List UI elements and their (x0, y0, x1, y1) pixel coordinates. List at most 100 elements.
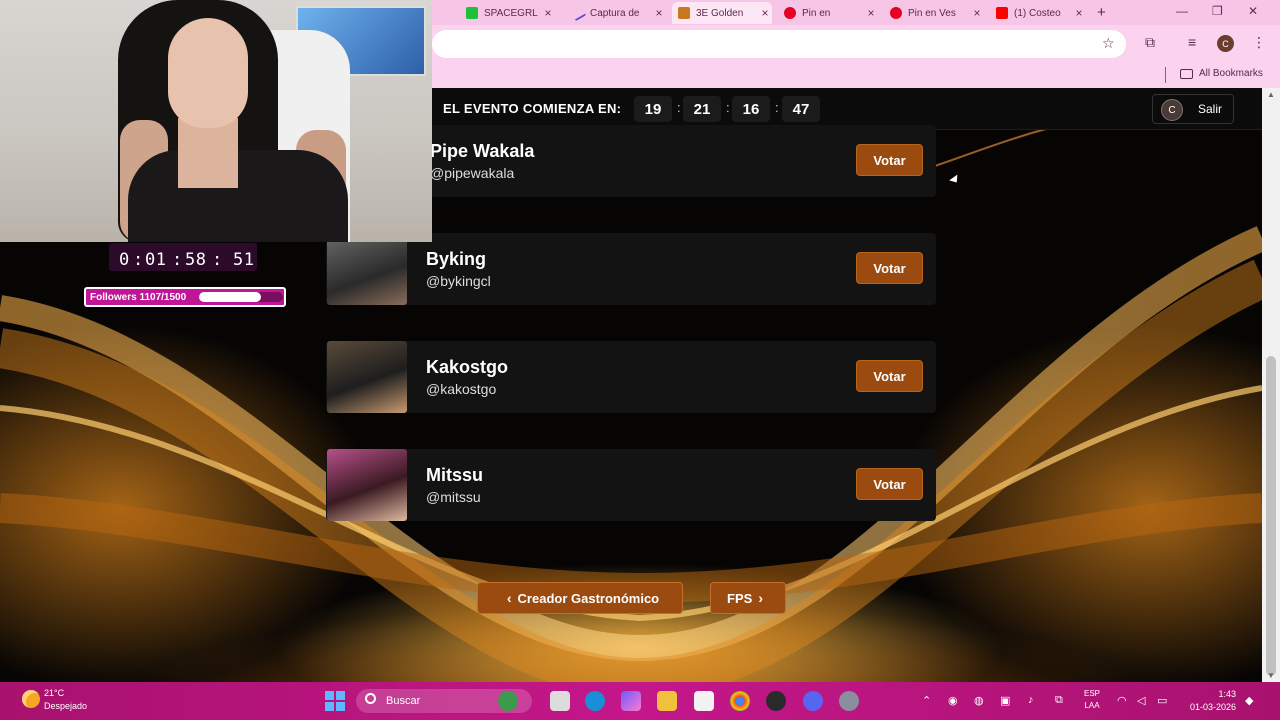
folder-icon (1180, 68, 1193, 79)
countdown-hours: 21 (683, 96, 721, 122)
bookmark-star-icon[interactable]: ☆ (1102, 35, 1115, 52)
tab-label: SPACEGRL (484, 7, 538, 19)
timer-minutes: 58 (185, 250, 207, 270)
scroll-down-arrow-icon[interactable]: ▼ (1267, 671, 1275, 680)
tray-mic-icon[interactable]: ♪ (1028, 694, 1034, 706)
windows-taskbar: 21°C Despejado Buscar ⌃ ◉ ◍ ▣ ♪ ⧉ ESP LA… (0, 682, 1280, 720)
tray-display-icon[interactable]: ⧉ (1055, 694, 1063, 707)
scroll-up-arrow-icon[interactable]: ▲ (1267, 90, 1275, 99)
clock-date: 01-03-2026 (1189, 702, 1236, 712)
media-control-icon[interactable]: ≡ (1188, 34, 1196, 50)
store-icon[interactable] (694, 691, 714, 711)
address-bar[interactable] (432, 30, 1126, 58)
notification-bell-icon[interactable]: ◆ (1245, 694, 1253, 707)
user-menu[interactable]: C Salir (1152, 94, 1234, 124)
keyboard-layout: LAA (1084, 701, 1100, 710)
clock-time: 1:43 (1218, 689, 1236, 699)
language-indicator[interactable]: ESP LAA (1084, 688, 1100, 712)
close-icon[interactable]: × (758, 6, 772, 20)
close-icon[interactable]: × (541, 6, 555, 20)
new-tab-button[interactable]: + (1097, 4, 1106, 21)
candidate-handle: @pipewakala (430, 165, 515, 181)
tab-captura[interactable]: Captura de × (566, 2, 666, 24)
scroll-thumb[interactable] (1266, 356, 1276, 676)
vote-button[interactable]: Votar (856, 144, 923, 176)
vote-button[interactable]: Votar (856, 468, 923, 500)
tray-nvidia-icon[interactable]: ▣ (1000, 694, 1010, 707)
all-bookmarks-label: All Bookmarks (1199, 68, 1263, 79)
start-button[interactable] (325, 691, 345, 711)
page-scrollbar[interactable]: ▲ ▼ (1262, 88, 1280, 682)
candidate-handle: @bykingcl (426, 273, 491, 289)
bookmarks-separator (1165, 67, 1166, 83)
candidate-name: Mitssu (426, 465, 484, 485)
candidate-photo (327, 449, 407, 521)
task-view-icon[interactable] (550, 691, 570, 711)
youtube-icon (996, 7, 1008, 19)
tray-app-icon[interactable]: ◉ (948, 694, 958, 707)
copilot-icon[interactable] (621, 691, 641, 711)
tab-pin-1[interactable]: Pin en × (778, 2, 878, 24)
timer-separator: : (212, 250, 223, 270)
close-icon[interactable]: × (1072, 6, 1086, 20)
logout-button[interactable]: Salir (1198, 102, 1222, 116)
countdown-minutes: 16 (732, 96, 770, 122)
system-clock[interactable]: 1:43 01-03-2026 (1186, 688, 1236, 714)
vote-button[interactable]: Votar (856, 252, 923, 284)
profile-avatar[interactable]: C (1217, 35, 1234, 52)
wifi-icon[interactable]: ◠ (1117, 694, 1127, 707)
candidate-handle: @kakostgo (426, 381, 497, 397)
close-window-button[interactable]: ✕ (1248, 4, 1258, 18)
tab-youtube[interactable]: (1) Costeo × (990, 2, 1086, 24)
settings-gear-icon[interactable] (839, 691, 859, 711)
tab-label: (1) Costeo (1014, 7, 1061, 19)
tab-pin-2[interactable]: Pin en Ves × (884, 2, 984, 24)
timer-hours: 01 (145, 250, 167, 270)
tab-spacegrl[interactable]: SPACEGRL × (460, 2, 555, 24)
tab-label: 3E Golden (696, 7, 744, 19)
followers-goal-label: Followers 1107/1500 (90, 292, 187, 303)
countdown-separator: : (677, 100, 681, 115)
minimize-button[interactable]: — (1176, 4, 1188, 18)
timer-days: 0 (119, 250, 130, 270)
timer-seconds: 51 (233, 250, 255, 270)
extensions-icon[interactable]: ⧉ (1145, 34, 1155, 51)
restore-button[interactable]: ❐ (1212, 4, 1223, 18)
battery-icon[interactable]: ▭ (1157, 694, 1167, 707)
next-category-button[interactable]: FPS › (710, 582, 786, 614)
candidate-photo (327, 341, 407, 413)
prev-category-button[interactable]: ‹ Creador Gastronómico (477, 582, 683, 614)
tray-discord-icon[interactable]: ◍ (974, 694, 984, 707)
file-explorer-icon[interactable] (657, 691, 677, 711)
countdown-seconds: 47 (782, 96, 820, 122)
weather-sun-icon[interactable] (22, 690, 40, 708)
obs-icon[interactable] (766, 691, 786, 711)
candidate-card: Kakostgo @kakostgo Votar (326, 341, 936, 413)
countdown-days: 19 (634, 96, 672, 122)
timer-separator: : (172, 250, 183, 270)
stream-timer: 0 : 01 : 58 : 51 (109, 243, 257, 271)
candidate-name: Kakostgo (426, 357, 509, 377)
next-category-label: FPS (727, 590, 753, 606)
candidate-card: Mitssu @mitssu Votar (326, 449, 936, 521)
tray-chevron-up-icon[interactable]: ⌃ (922, 694, 931, 707)
tab-3e-golden[interactable]: 3E Golden × (672, 2, 772, 24)
edge-icon[interactable] (585, 691, 605, 711)
menu-kebab-icon[interactable]: ⋮ (1252, 34, 1266, 51)
followers-goal-widget: Followers 1107/1500 (84, 287, 286, 307)
close-icon[interactable]: × (652, 6, 666, 20)
close-icon[interactable]: × (970, 6, 984, 20)
webcam-overlay (0, 0, 432, 242)
all-bookmarks-button[interactable]: All Bookmarks (1180, 68, 1263, 79)
weather-temperature[interactable]: 21°C (44, 688, 64, 698)
tree-app-icon[interactable] (498, 691, 518, 711)
volume-icon[interactable]: ◁ (1137, 694, 1145, 707)
close-icon[interactable]: × (864, 6, 878, 20)
chrome-icon[interactable] (730, 691, 750, 711)
followers-progress-bar (199, 292, 283, 302)
weather-description[interactable]: Despejado (44, 701, 87, 711)
vote-button[interactable]: Votar (856, 360, 923, 392)
countdown-separator: : (775, 100, 779, 115)
user-avatar[interactable]: C (1161, 99, 1183, 121)
discord-icon[interactable] (803, 691, 823, 711)
